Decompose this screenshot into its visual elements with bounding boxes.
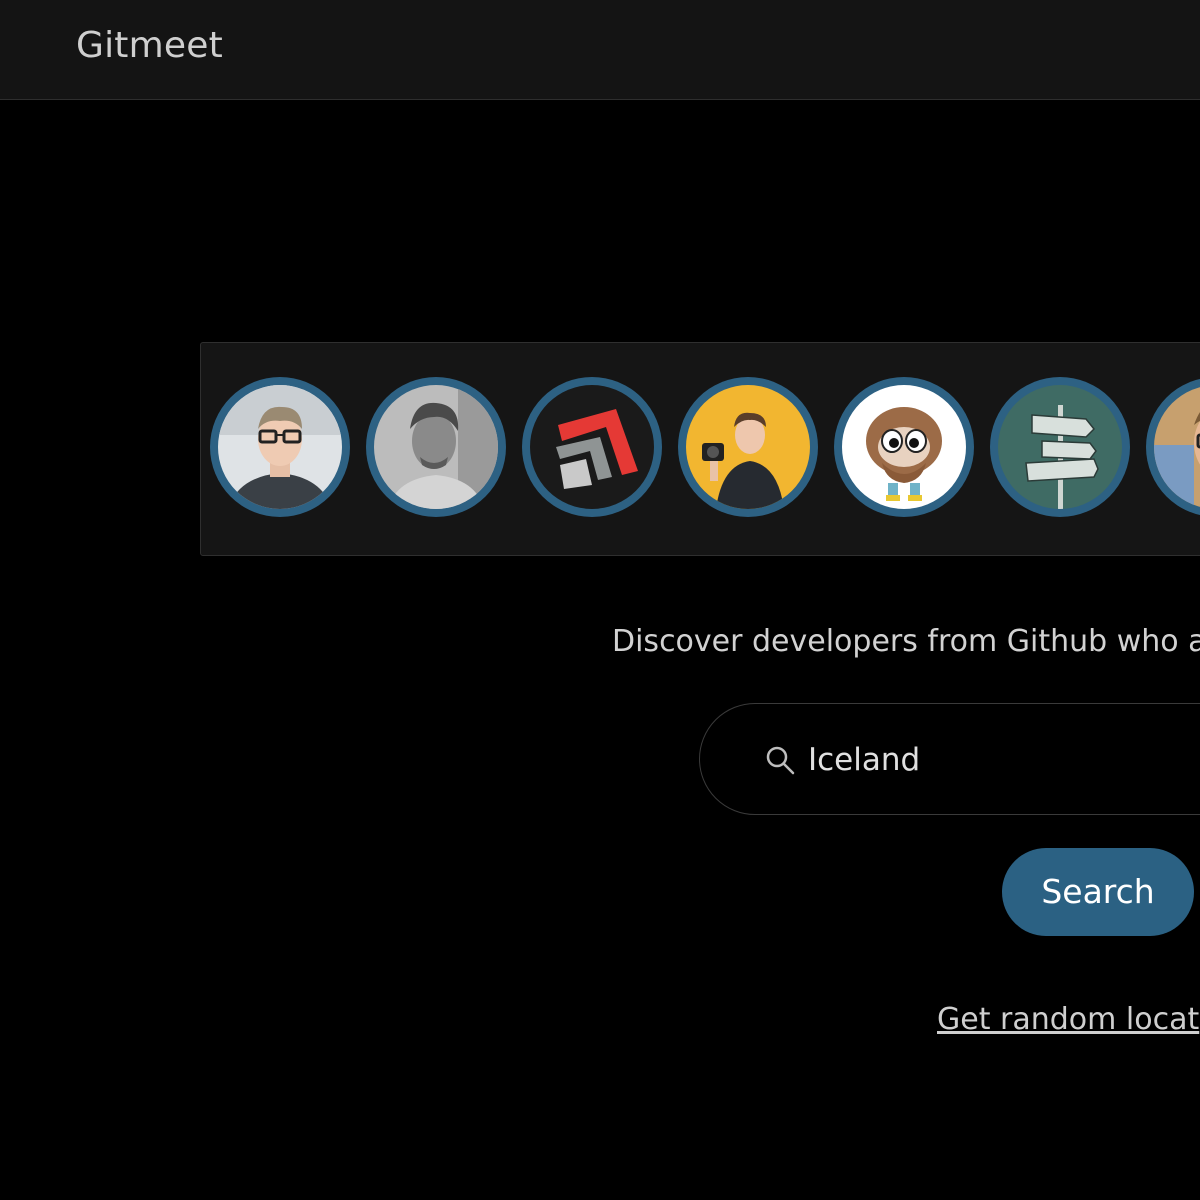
developer-avatar-6[interactable]: [990, 377, 1130, 517]
developer-avatar-2[interactable]: [366, 377, 506, 517]
tagline: Discover developers from Github who a: [612, 624, 1200, 659]
developer-avatar-7[interactable]: [1146, 377, 1200, 517]
brand-logo[interactable]: Gitmeet: [76, 24, 223, 68]
search-box[interactable]: [699, 703, 1200, 815]
avatar-strip: [200, 342, 1200, 556]
developer-avatar-1[interactable]: [210, 377, 350, 517]
random-location-link[interactable]: Get random locat: [937, 1000, 1199, 1040]
search-icon: [766, 746, 795, 775]
search-input[interactable]: [808, 734, 1200, 786]
top-bar: Gitmeet: [0, 0, 1200, 100]
developer-avatar-4[interactable]: [678, 377, 818, 517]
developer-avatar-5[interactable]: [834, 377, 974, 517]
search-button[interactable]: Search: [1002, 848, 1194, 936]
developer-avatar-3[interactable]: [522, 377, 662, 517]
